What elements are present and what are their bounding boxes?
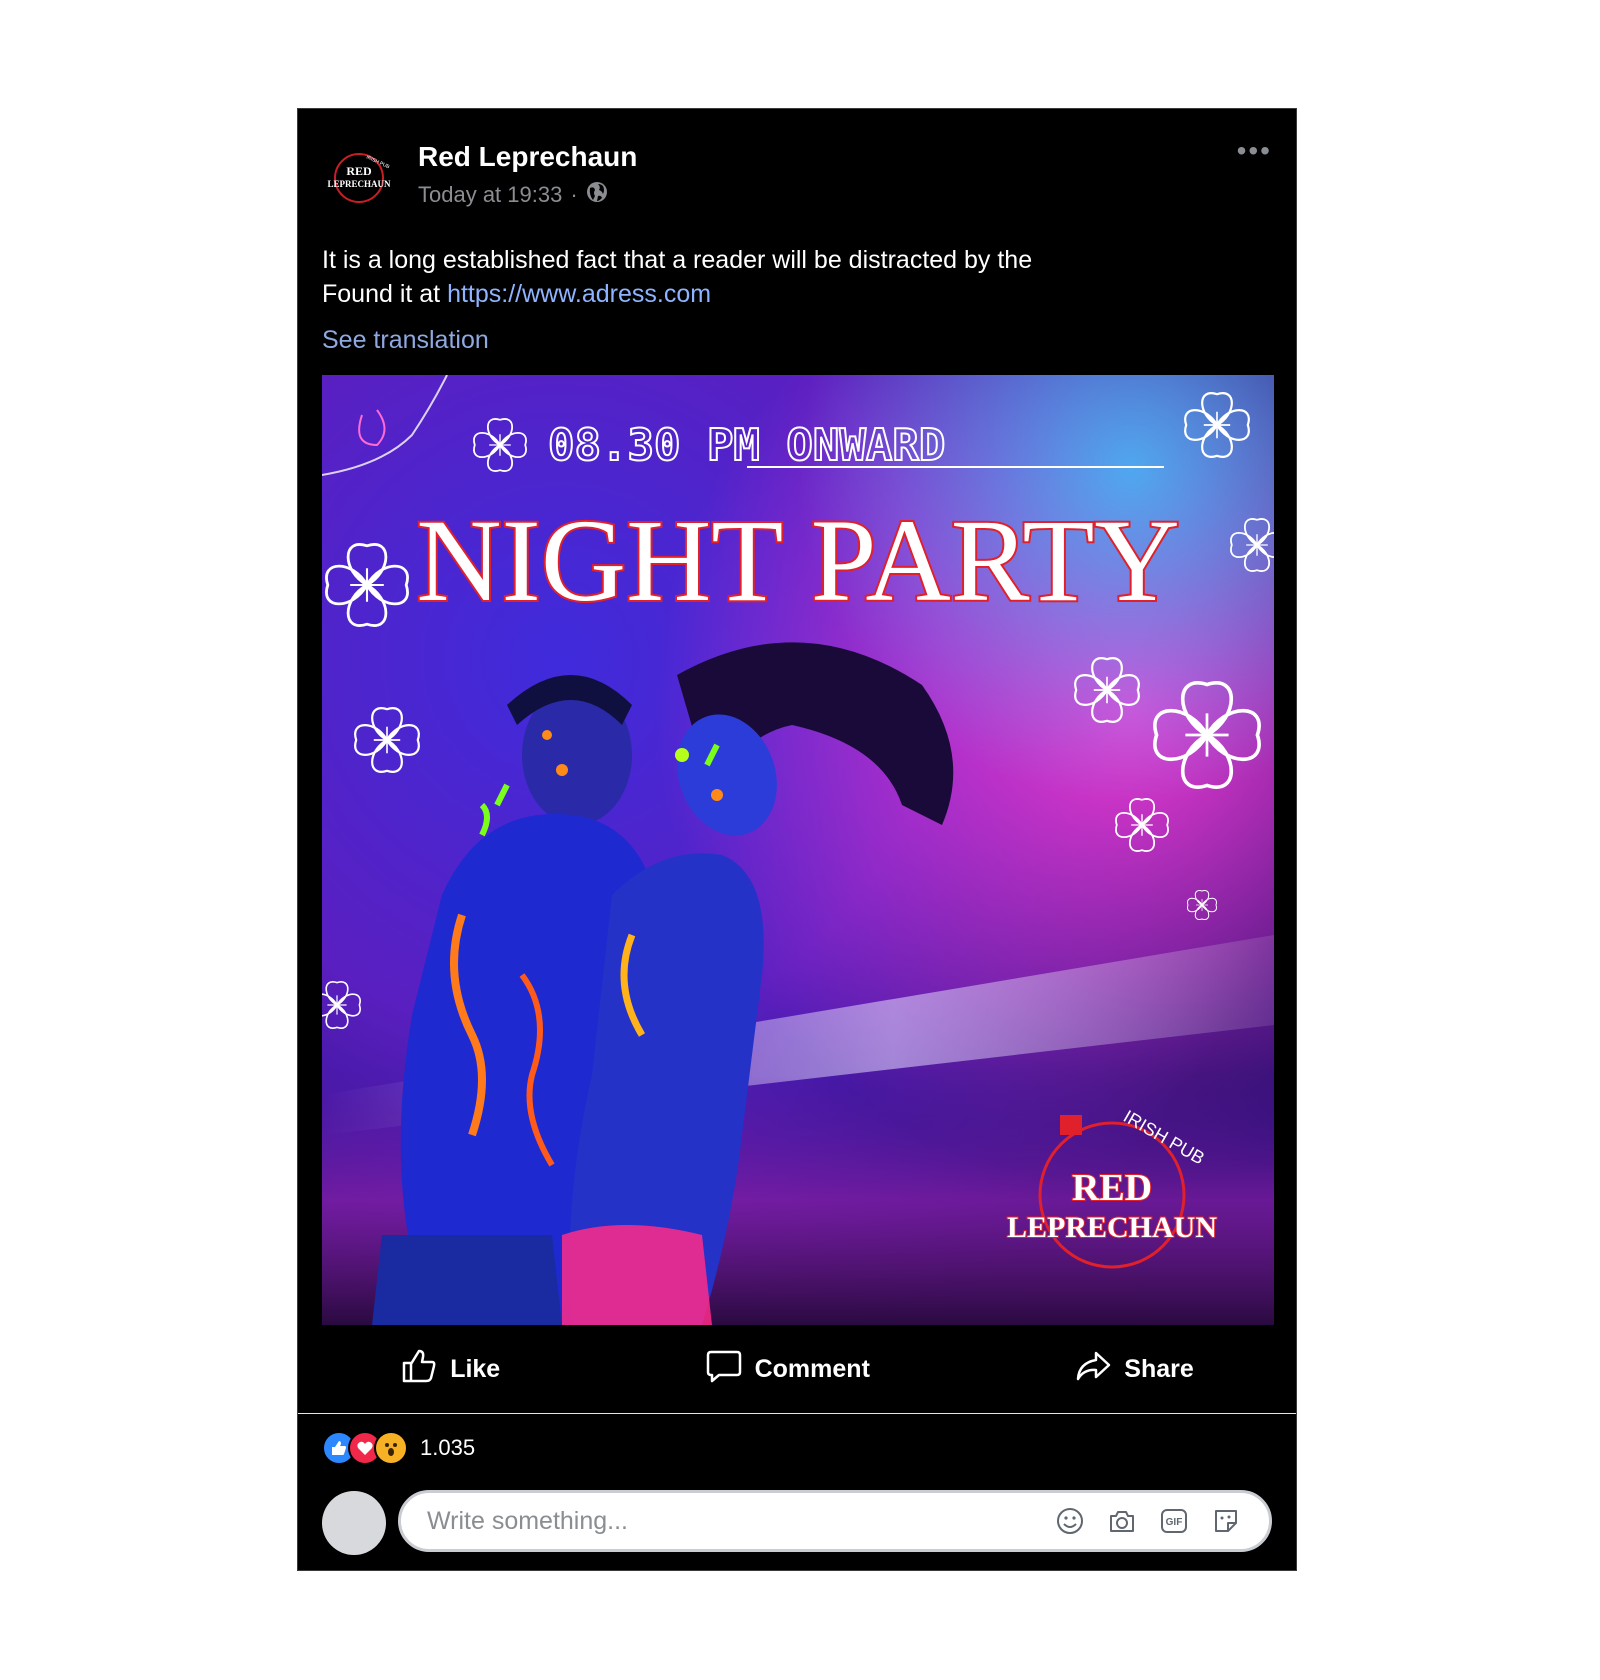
share-arrow-icon: [1074, 1347, 1112, 1392]
reactions-summary[interactable]: 1.035: [322, 1431, 475, 1465]
gif-icon[interactable]: GIF: [1159, 1506, 1189, 1536]
post-meta: Today at 19:33 ·: [418, 181, 608, 209]
post-timestamp[interactable]: Today at 19:33: [418, 182, 562, 208]
svg-text:RED: RED: [346, 164, 372, 178]
comment-input[interactable]: [425, 1505, 1055, 1537]
comment-button[interactable]: Comment: [705, 1347, 870, 1392]
facebook-post: RED LEPRECHAUN IRISH PUB Red Leprechaun …: [297, 108, 1297, 1571]
post-options-ellipsis-icon[interactable]: •••: [1237, 135, 1272, 167]
svg-text:LEPRECHAUN: LEPRECHAUN: [327, 179, 391, 189]
composer-icons: GIF: [1055, 1506, 1241, 1536]
reaction-count: 1.035: [420, 1435, 476, 1460]
see-translation-link[interactable]: See translation: [322, 326, 489, 355]
page-avatar[interactable]: RED LEPRECHAUN IRISH PUB: [322, 141, 396, 215]
globe-icon: [586, 181, 608, 209]
post-text: It is a long established fact that a rea…: [322, 243, 1272, 311]
sticker-icon[interactable]: [1211, 1506, 1241, 1536]
actions-divider: [298, 1413, 1296, 1414]
post-actions: Like Comment Share: [298, 1325, 1296, 1413]
poster-title: NIGHT PARTY: [416, 495, 1179, 626]
post-text-line2: Found it at https://www.adress.com: [322, 277, 1272, 311]
comment-input-box[interactable]: GIF: [398, 1490, 1272, 1552]
post-header: RED LEPRECHAUN IRISH PUB Red Leprechaun …: [322, 135, 1272, 215]
emoji-icon[interactable]: [1055, 1506, 1085, 1536]
camera-icon[interactable]: [1107, 1506, 1137, 1536]
share-label: Share: [1124, 1354, 1194, 1383]
svg-text:LEPRECHAUN: LEPRECHAUN: [1007, 1211, 1217, 1244]
comment-label: Comment: [754, 1354, 870, 1383]
share-button[interactable]: Share: [1074, 1347, 1194, 1392]
like-label: Like: [450, 1354, 501, 1383]
poster-time: 08.30 PM ONWARD: [548, 420, 945, 471]
post-text-line1: It is a long established fact that a rea…: [322, 246, 1033, 274]
post-text-prefix: Found it at: [322, 280, 448, 308]
svg-text:RED: RED: [1072, 1167, 1152, 1209]
red-leprechaun-logo: RED LEPRECHAUN IRISH PUB: [327, 153, 391, 203]
post-link[interactable]: https://www.adress.com: [447, 280, 711, 308]
page-name[interactable]: Red Leprechaun: [418, 141, 637, 173]
thumbs-up-icon: [400, 1347, 438, 1392]
post-image[interactable]: 08.30 PM ONWARD NIGHT PARTY IRISH PUB RE…: [322, 375, 1274, 1325]
meta-separator: ·: [570, 182, 578, 207]
comment-bubble-icon: [705, 1347, 743, 1392]
comment-composer: GIF: [322, 1490, 1272, 1557]
wow-reaction-icon: [374, 1431, 408, 1465]
user-avatar[interactable]: [322, 1491, 386, 1555]
svg-text:GIF: GIF: [1166, 1517, 1183, 1528]
night-party-poster: 08.30 PM ONWARD NIGHT PARTY IRISH PUB RE…: [322, 375, 1274, 1325]
like-button[interactable]: Like: [400, 1347, 500, 1392]
